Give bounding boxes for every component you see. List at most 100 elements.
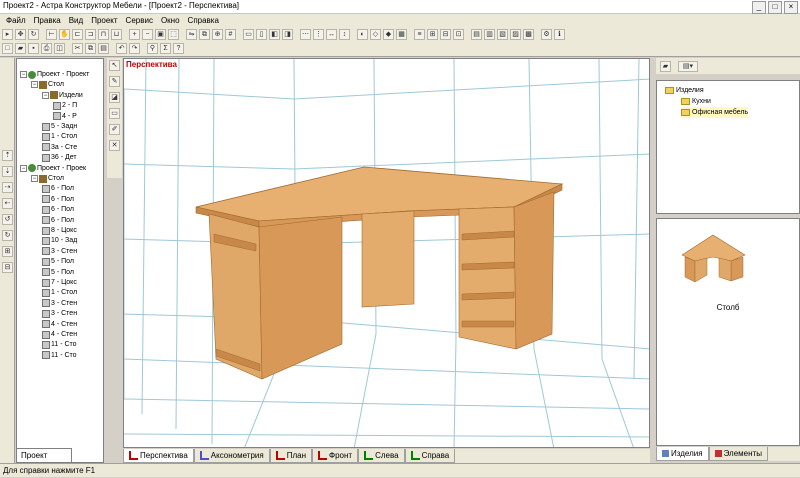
maximize-button[interactable]: □	[768, 1, 782, 14]
open-icon[interactable]: ▰	[15, 43, 26, 54]
distribute-h-icon[interactable]: ⋯	[300, 29, 311, 40]
grid-icon[interactable]: #	[225, 29, 236, 40]
tool-e-icon[interactable]: ↺	[2, 214, 13, 225]
tree-item[interactable]: 3а - Сте	[42, 142, 77, 153]
layer-icon[interactable]: ≡	[414, 29, 425, 40]
tool-d-icon[interactable]: ⇠	[2, 198, 13, 209]
zoom-window-icon[interactable]: ⬚	[168, 29, 179, 40]
tab-elements[interactable]: Элементы	[708, 447, 768, 461]
select-tool-icon[interactable]: ▸	[2, 29, 13, 40]
tree-item[interactable]: 11 - Сто	[42, 350, 77, 361]
tree-item[interactable]: 1 - Стол	[42, 287, 77, 298]
door-icon[interactable]: ▧	[497, 29, 508, 40]
tool-g-icon[interactable]: ⊞	[2, 246, 13, 257]
view-tab[interactable]: Справа	[404, 449, 456, 463]
undo-icon[interactable]: ↶	[116, 43, 127, 54]
dimension-v-icon[interactable]: ↕	[339, 29, 350, 40]
perspective-viewport[interactable]: Перспектива	[123, 58, 650, 448]
delete-icon[interactable]: ✕	[109, 140, 120, 151]
texture-icon[interactable]: ▦	[396, 29, 407, 40]
tree-item[interactable]: − Издели	[42, 90, 83, 101]
tree-item[interactable]: − Стол	[31, 79, 64, 90]
view-tab[interactable]: Аксонометрия	[193, 449, 270, 463]
zoom-fit-icon[interactable]: ▣	[155, 29, 166, 40]
tree-item[interactable]: 6 - Пол	[42, 215, 74, 226]
menu-help[interactable]: Справка	[184, 16, 223, 25]
catalog-item[interactable]: Офисная мебель	[681, 107, 749, 118]
lock-icon[interactable]: ⊡	[453, 29, 464, 40]
properties-icon[interactable]: ⚲	[147, 43, 158, 54]
preview-icon[interactable]: ◫	[54, 43, 65, 54]
tree-item[interactable]: 5 - Пол	[42, 267, 74, 278]
tree-item[interactable]: 7 - Цокс	[42, 277, 77, 288]
tree-item[interactable]: 3 - Стен	[42, 308, 77, 319]
catalog-item[interactable]: Кухни	[681, 96, 711, 107]
tree-item[interactable]: 2 - П	[53, 100, 77, 111]
shelf-icon[interactable]: ▥	[484, 29, 495, 40]
menu-view[interactable]: Вид	[65, 16, 87, 25]
tree-item[interactable]: 4 - Стен	[42, 319, 77, 330]
pencil-icon[interactable]: ✎	[109, 76, 120, 87]
tree-item[interactable]: 3 - Стен	[42, 246, 77, 257]
close-button[interactable]: ×	[784, 1, 798, 14]
help-icon[interactable]: ?	[173, 43, 184, 54]
tab-project[interactable]: Проект	[17, 448, 72, 462]
hand-icon[interactable]: ✋	[59, 29, 70, 40]
tree-item[interactable]: 6 - Пол	[42, 204, 74, 215]
tree-item[interactable]: 36 - Дет	[42, 152, 77, 163]
info-icon[interactable]: ℹ	[554, 29, 565, 40]
drawer-icon[interactable]: ▨	[510, 29, 521, 40]
tab-products[interactable]: Изделия	[656, 447, 709, 461]
tree-item[interactable]: 3 - Стен	[42, 298, 77, 309]
tree-item[interactable]: 11 - Сто	[42, 339, 77, 350]
menu-project[interactable]: Проект	[87, 16, 121, 25]
paint-icon[interactable]: ✐	[109, 124, 120, 135]
view-front-icon[interactable]: ▭	[243, 29, 254, 40]
tree-item[interactable]: − Проект - Проек	[20, 163, 86, 174]
tree-item[interactable]: 6 - Пол	[42, 183, 74, 194]
zoom-out-icon[interactable]: −	[142, 29, 153, 40]
view-right-icon[interactable]: ◨	[282, 29, 293, 40]
tree-item[interactable]: 4 - Р	[53, 111, 77, 122]
dimension-icon[interactable]: ↔	[326, 29, 337, 40]
mirror-icon[interactable]: ⇋	[186, 29, 197, 40]
redo-icon[interactable]: ↷	[129, 43, 140, 54]
rotate-icon[interactable]: ↻	[28, 29, 39, 40]
tree-item[interactable]: 6 - Пол	[42, 194, 74, 205]
expander-icon[interactable]: −	[31, 81, 38, 89]
tool-h-icon[interactable]: ⊟	[2, 262, 13, 273]
expander-icon[interactable]: −	[31, 175, 38, 182]
move-icon[interactable]: ✥	[15, 29, 26, 40]
tree-item[interactable]: − Проект - Проект	[20, 69, 89, 80]
wireframe-icon[interactable]: ◇	[370, 29, 381, 40]
render-icon[interactable]: ◐	[357, 29, 368, 40]
snap-icon[interactable]: ⊕	[212, 29, 223, 40]
menu-edit[interactable]: Правка	[30, 16, 65, 25]
align-left-icon[interactable]: ⊏	[72, 29, 83, 40]
print-icon[interactable]: ⎙	[41, 43, 52, 54]
tree-item[interactable]: − Стол	[31, 173, 64, 184]
expander-icon[interactable]: −	[20, 71, 27, 78]
align-bottom-icon[interactable]: ⊔	[111, 29, 122, 40]
paste-icon[interactable]: ▤	[98, 43, 109, 54]
copy-array-icon[interactable]: ⧉	[199, 29, 210, 40]
menu-window[interactable]: Окно	[157, 16, 184, 25]
view-top-icon[interactable]: ▯	[256, 29, 267, 40]
expander-icon[interactable]: −	[20, 164, 27, 172]
view-tab[interactable]: Перспектива	[123, 449, 194, 463]
tree-item[interactable]: 8 - Цокс	[42, 225, 77, 236]
view-mode-dropdown-icon[interactable]: ▤▾	[678, 61, 698, 72]
tool-a-icon[interactable]: ⇡	[2, 150, 13, 161]
menu-file[interactable]: Файл	[2, 16, 30, 25]
align-right-icon[interactable]: ⊐	[85, 29, 96, 40]
measure-icon[interactable]: ⊢	[46, 29, 57, 40]
shade-icon[interactable]: ◆	[383, 29, 394, 40]
copy-icon[interactable]: ⧉	[85, 43, 96, 54]
menu-service[interactable]: Сервис	[122, 16, 157, 25]
view-tab[interactable]: План	[269, 449, 312, 463]
ungroup-icon[interactable]: ⊟	[440, 29, 451, 40]
pointer-icon[interactable]: ↖	[109, 60, 120, 71]
tree-item[interactable]: 5 - Задн	[42, 121, 77, 132]
minimize-button[interactable]: _	[752, 1, 766, 14]
tree-item[interactable]: 5 - Пол	[42, 256, 74, 267]
